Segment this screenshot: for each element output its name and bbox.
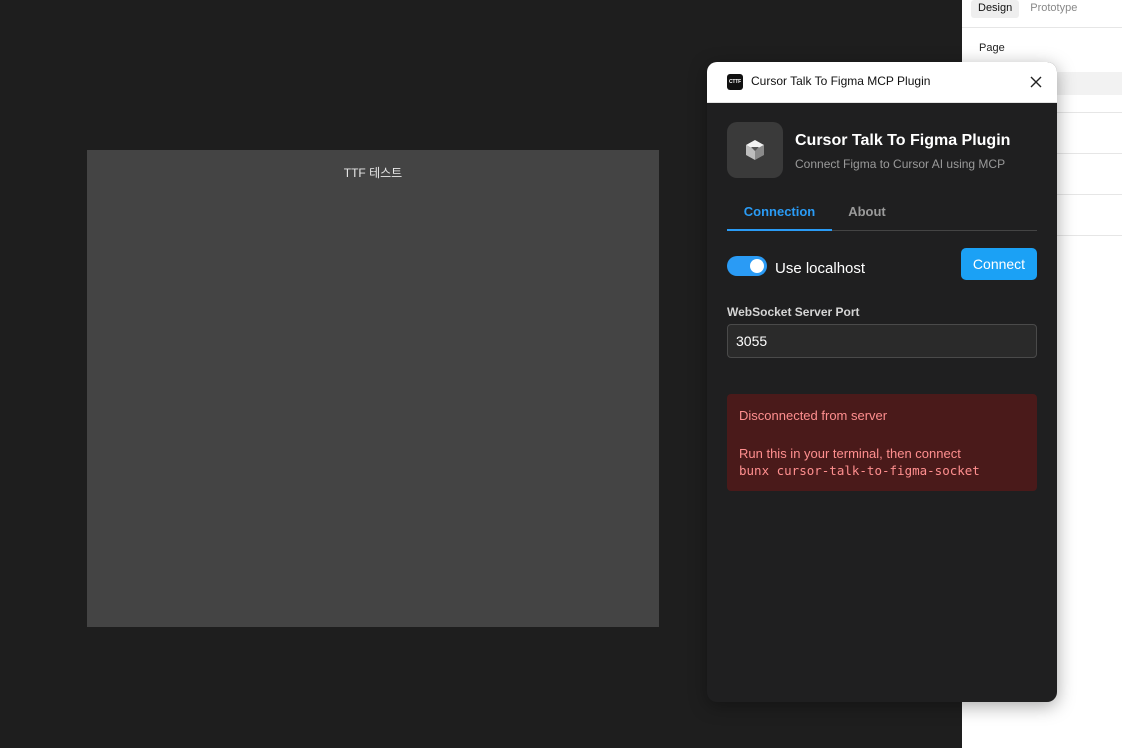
plugin-titlebar[interactable]: CTTF Cursor Talk To Figma MCP Plugin (707, 62, 1057, 103)
use-localhost-toggle[interactable] (727, 256, 767, 276)
close-icon[interactable] (1027, 73, 1045, 91)
plugin-logo-icon: CTTF (727, 74, 743, 90)
cube-icon (746, 140, 764, 160)
terminal-command: bunx cursor-talk-to-figma-socket (739, 463, 980, 478)
canvas-frame[interactable]: TTF 테스트 (87, 150, 659, 627)
divider (962, 27, 1122, 28)
plugin-window-title: Cursor Talk To Figma MCP Plugin (751, 74, 931, 88)
app-title: Cursor Talk To Figma Plugin (795, 132, 1011, 149)
status-title: Disconnected from server (739, 408, 888, 423)
toggle-knob (750, 259, 764, 273)
frame-label: TTF 테스트 (343, 166, 403, 180)
app-logo (727, 122, 783, 178)
tab-connection[interactable]: Connection (727, 192, 832, 231)
tab-prototype[interactable]: Prototype (1023, 0, 1084, 18)
use-localhost-label: Use localhost (775, 260, 866, 277)
port-label: WebSocket Server Port (727, 305, 860, 319)
tab-about[interactable]: About (832, 192, 902, 230)
tab-design[interactable]: Design (971, 0, 1020, 18)
status-message-box: Disconnected from server Run this in you… (727, 394, 1037, 491)
page-section-label: Page (979, 42, 1005, 54)
port-input[interactable] (727, 324, 1037, 358)
status-hint: Run this in your terminal, then connect (739, 446, 961, 461)
plugin-tabs: Connection About (727, 192, 1037, 231)
plugin-window: CTTF Cursor Talk To Figma MCP Plugin Cur… (707, 62, 1057, 702)
design-panel-tabs: Design Prototype (971, 0, 1084, 18)
connect-button[interactable]: Connect (961, 248, 1037, 280)
app-subtitle: Connect Figma to Cursor AI using MCP (795, 157, 1006, 171)
